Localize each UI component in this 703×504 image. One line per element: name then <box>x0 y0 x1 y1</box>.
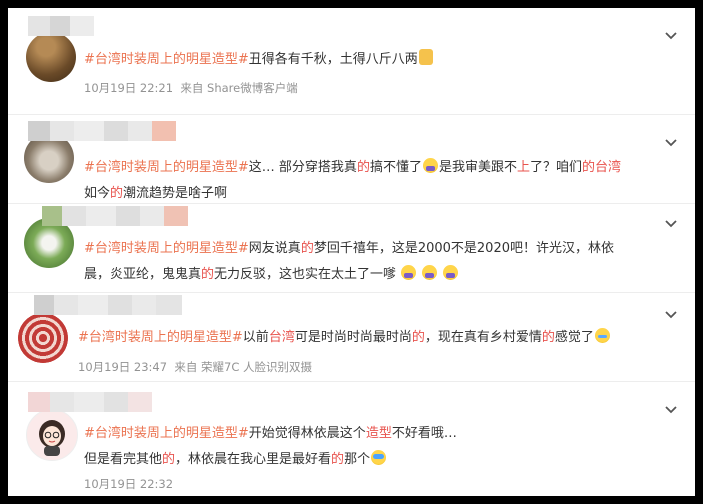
chevron-down-icon[interactable] <box>663 216 679 232</box>
post-meta: 10月19日 22:21 来自 Share微博客户端 <box>84 80 298 96</box>
post-time[interactable]: 10月19日 23:47 <box>78 360 167 374</box>
post-meta: 10月19日 23:47 来自 荣耀7C 人脸识别双摄 <box>78 359 312 375</box>
post-text: #台湾时装周上的明星造型#以前台湾可是时尚时尚最时尚的，现在真有乡村爱情的感觉了 <box>78 325 659 351</box>
chevron-down-icon[interactable] <box>663 135 679 151</box>
username-blurred[interactable] <box>42 206 188 226</box>
username-blurred[interactable] <box>34 295 182 315</box>
post-meta: 10月19日 22:32 <box>84 476 173 492</box>
weibo-feed: #台湾时装周上的明星造型#丑得各有千秋，土得八斤八两 10月19日 22:21 … <box>8 8 695 496</box>
facepalm-emoji-icon <box>422 265 438 280</box>
chevron-down-icon[interactable] <box>663 28 679 44</box>
post-3: #台湾时装周上的明星造型#网友说真的梦回千禧年，这是2000不是2020吧！许光… <box>8 204 695 293</box>
hashtag-link[interactable]: #台湾时装周上的明星造型# <box>84 52 249 67</box>
username-blurred[interactable] <box>28 392 152 412</box>
post-body: 丑得各有千秋，土得八斤八两 <box>248 52 418 67</box>
post-4: #台湾时装周上的明星造型#以前台湾可是时尚时尚最时尚的，现在真有乡村爱情的感觉了… <box>8 293 695 382</box>
facepalm-emoji-icon <box>443 265 459 280</box>
username-blurred[interactable] <box>28 16 94 36</box>
post-source: 来自 Share微博客户端 <box>180 81 298 95</box>
avatar[interactable] <box>18 313 68 363</box>
post-text: #台湾时装周上的明星造型#网友说真的梦回千禧年，这是2000不是2020吧！许光… <box>84 241 614 282</box>
post-text: #台湾时装周上的明星造型#这… 部分穿搭我真的搞不懂了 是我审美跟不上了？咱们的台… <box>84 158 622 201</box>
thumbs-up-icon <box>418 49 433 65</box>
chevron-down-icon[interactable] <box>663 307 679 323</box>
hashtag-link[interactable]: #台湾时装周上的明星造型# <box>78 330 243 345</box>
hashtag-link[interactable]: #台湾时装周上的明星造型# <box>84 241 249 256</box>
post-time[interactable]: 10月19日 22:32 <box>84 477 173 491</box>
post-text: #台湾时装周上的明星造型#开始觉得林依晨这个造型不好看哦… 但是看完其他的，林依… <box>84 426 457 467</box>
hashtag-link[interactable]: #台湾时装周上的明星造型# <box>84 426 249 441</box>
laughing-tears-emoji-icon <box>371 450 387 465</box>
post-2: #台湾时装周上的明星造型#这… 部分穿搭我真的搞不懂了 是我审美跟不上了？咱们的台… <box>8 115 695 204</box>
post-time[interactable]: 10月19日 22:21 <box>84 81 173 95</box>
post-5: #台湾时装周上的明星造型#开始觉得林依晨这个造型不好看哦… 但是看完其他的，林依… <box>8 382 695 496</box>
post-source: 来自 荣耀7C 人脸识别双摄 <box>174 360 313 374</box>
username-blurred[interactable] <box>28 121 176 141</box>
hashtag-link[interactable]: #台湾时装周上的明星造型# <box>84 160 249 175</box>
avatar[interactable] <box>26 409 78 461</box>
crying-emoji-icon <box>594 328 610 343</box>
chevron-down-icon[interactable] <box>663 402 679 418</box>
cartoon-girl-avatar-icon <box>39 420 65 456</box>
post-1: #台湾时装周上的明星造型#丑得各有千秋，土得八斤八两 10月19日 22:21 … <box>8 8 695 115</box>
post-text: #台湾时装周上的明星造型#丑得各有千秋，土得八斤八两 <box>84 47 659 73</box>
avatar[interactable] <box>26 32 76 82</box>
facepalm-emoji-icon <box>401 265 417 280</box>
facepalm-emoji-icon <box>422 158 438 173</box>
